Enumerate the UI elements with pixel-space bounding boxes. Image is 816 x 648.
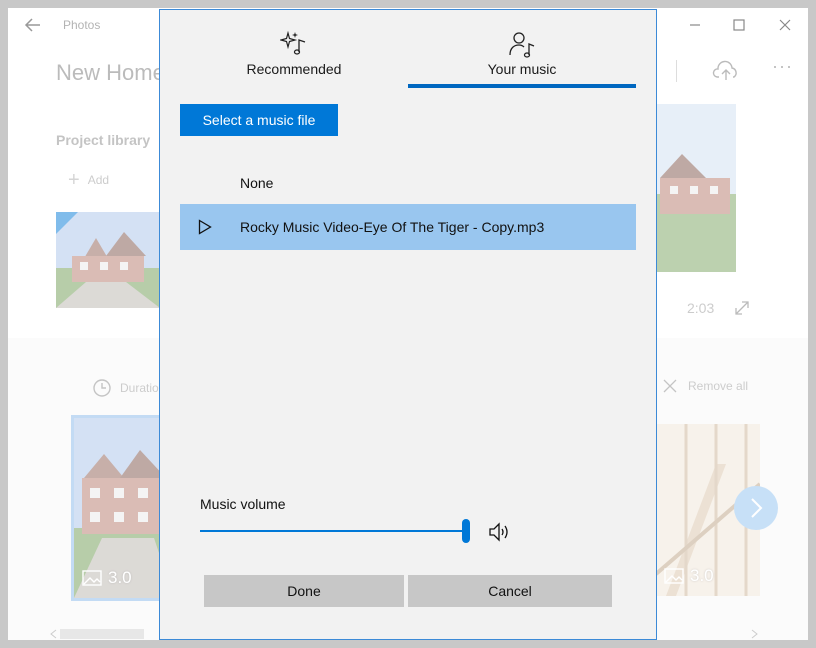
person-music-icon: [509, 32, 535, 58]
speaker-volume-icon[interactable]: [488, 521, 512, 543]
music-volume-label: Music volume: [200, 496, 286, 512]
selected-tab-indicator: [408, 84, 636, 88]
volume-slider-track[interactable]: [200, 530, 468, 532]
option-label: Rocky Music Video-Eye Of The Tiger - Cop…: [240, 219, 545, 235]
option-label: None: [240, 175, 274, 191]
tab-label: Recommended: [246, 61, 342, 77]
tab-recommended[interactable]: Recommended: [180, 10, 408, 90]
cancel-button[interactable]: Cancel: [408, 575, 612, 607]
tab-your-music[interactable]: Your music: [408, 10, 636, 90]
music-option-track[interactable]: Rocky Music Video-Eye Of The Tiger - Cop…: [180, 204, 636, 250]
select-music-file-button[interactable]: Select a music file: [180, 104, 338, 136]
done-button[interactable]: Done: [204, 575, 404, 607]
sparkle-music-icon: [280, 30, 306, 55]
tab-label: Your music: [487, 61, 557, 77]
music-option-none[interactable]: None: [180, 160, 636, 206]
volume-slider-thumb[interactable]: [462, 519, 470, 543]
play-icon[interactable]: [198, 219, 212, 235]
music-dialog: Recommended Your music Select a music fi…: [159, 9, 657, 640]
